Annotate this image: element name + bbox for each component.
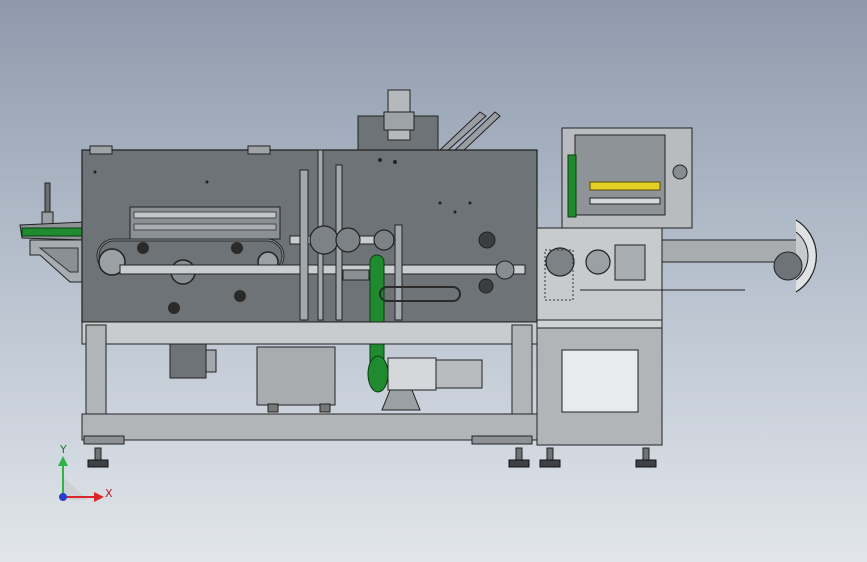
foot-2 bbox=[508, 447, 530, 468]
cad-viewport[interactable]: Y X bbox=[0, 0, 867, 562]
y-axis-arrowhead bbox=[58, 456, 68, 466]
z-axis-marker bbox=[59, 493, 67, 501]
base-frame-left bbox=[81, 321, 538, 445]
foot-3 bbox=[539, 447, 561, 468]
leveling-feet bbox=[87, 447, 657, 468]
coordinate-triad: Y X bbox=[58, 443, 113, 502]
left-infeed-conveyor bbox=[19, 182, 86, 283]
y-axis-label: Y bbox=[59, 443, 67, 456]
x-axis-arrowhead bbox=[94, 492, 104, 502]
right-forming-module bbox=[536, 127, 817, 446]
x-axis-label: X bbox=[105, 487, 113, 500]
drive-motor bbox=[367, 355, 483, 411]
foot-1 bbox=[87, 447, 109, 468]
foot-4 bbox=[635, 447, 657, 468]
